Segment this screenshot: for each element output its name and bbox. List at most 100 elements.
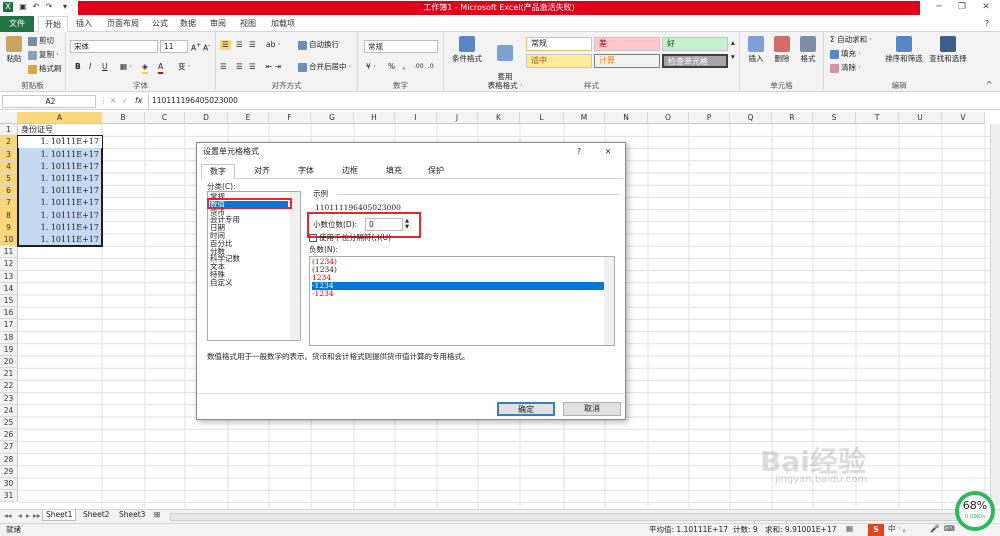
sogou-ime-icon[interactable]: S bbox=[868, 524, 884, 536]
column-header-t[interactable]: T bbox=[856, 112, 899, 124]
paste-button[interactable]: 粘贴 bbox=[2, 36, 26, 63]
save-icon[interactable]: ▣ bbox=[18, 2, 28, 12]
row-header-27[interactable]: 27 bbox=[0, 441, 18, 454]
row-header-1[interactable]: 1 bbox=[0, 124, 18, 137]
cancel-button[interactable]: 取消 bbox=[563, 402, 621, 416]
style-check-cell[interactable]: 检查单元格 bbox=[662, 54, 728, 68]
autosum-button[interactable]: Σ 自动求和 · bbox=[830, 35, 872, 45]
bold-button[interactable]: B bbox=[75, 62, 81, 72]
sort-filter-button[interactable]: 排序和筛选 bbox=[882, 36, 926, 63]
horizontal-scrollbar[interactable] bbox=[170, 513, 980, 521]
row-header-20[interactable]: 20 bbox=[0, 356, 18, 369]
row-header-30[interactable]: 30 bbox=[0, 478, 18, 491]
shrink-font-icon[interactable]: A- bbox=[203, 41, 210, 54]
cell-a9[interactable]: 1. 10111E+17 bbox=[18, 222, 101, 234]
dialog-close-button[interactable]: ✕ bbox=[605, 147, 611, 157]
close-window-icon[interactable]: ✕ bbox=[975, 1, 997, 14]
row-header-22[interactable]: 22 bbox=[0, 380, 18, 393]
column-header-b[interactable]: B bbox=[102, 112, 145, 124]
column-header-u[interactable]: U bbox=[899, 112, 942, 124]
row-header-10[interactable]: 10 bbox=[0, 234, 18, 247]
name-box[interactable]: A2 bbox=[2, 95, 96, 108]
style-neutral[interactable]: 适中 bbox=[526, 54, 592, 68]
insert-cells-button[interactable]: 插入 bbox=[744, 36, 768, 63]
help-icon[interactable]: ? bbox=[980, 16, 994, 32]
column-header-e[interactable]: E bbox=[228, 112, 269, 124]
network-speed-widget[interactable]: 68% 0.09K/s bbox=[955, 491, 995, 531]
column-header-i[interactable]: I bbox=[395, 112, 437, 124]
underline-button[interactable]: U bbox=[102, 62, 108, 72]
cell-a7[interactable]: 1. 10111E+17 bbox=[18, 197, 101, 209]
align-top-icon[interactable]: ☰ bbox=[220, 40, 231, 50]
row-header-15[interactable]: 15 bbox=[0, 295, 18, 308]
tab-review[interactable]: 审阅 bbox=[206, 16, 230, 32]
indent-icon[interactable]: ⇤ ⇥ bbox=[266, 62, 281, 72]
sheet-tab-1[interactable]: Sheet1 bbox=[42, 510, 77, 521]
conditional-format-button[interactable]: 条件格式 bbox=[448, 36, 486, 63]
fill-color-icon[interactable]: ◈ bbox=[142, 62, 148, 74]
comma-button[interactable]: ， bbox=[402, 62, 410, 72]
row-header-23[interactable]: 23 bbox=[0, 392, 18, 405]
dialog-tab-alignment[interactable]: 对齐 bbox=[245, 164, 279, 178]
negative-format-item[interactable]: (1234) bbox=[312, 258, 604, 266]
tab-insert[interactable]: 插入 bbox=[72, 16, 96, 32]
tab-data[interactable]: 数据 bbox=[176, 16, 200, 32]
column-header-n[interactable]: N bbox=[605, 112, 648, 124]
align-right-icon[interactable]: ☰ bbox=[249, 62, 256, 72]
delete-cells-button[interactable]: 删除 bbox=[770, 36, 794, 63]
column-header-l[interactable]: L bbox=[520, 112, 564, 124]
ok-button[interactable]: 确定 bbox=[497, 402, 555, 416]
negative-scrollbar[interactable] bbox=[604, 257, 614, 345]
tab-view[interactable]: 视图 bbox=[236, 16, 260, 32]
dialog-tab-number[interactable]: 数字 bbox=[201, 164, 235, 179]
new-sheet-icon[interactable]: ⊞ bbox=[154, 510, 160, 520]
currency-icon[interactable]: ¥ · bbox=[366, 62, 376, 72]
row-header-8[interactable]: 8 bbox=[0, 209, 18, 222]
row-header-11[interactable]: 11 bbox=[0, 246, 18, 259]
row-header-14[interactable]: 14 bbox=[0, 282, 18, 295]
fill-button[interactable]: 填充 · bbox=[830, 49, 861, 59]
row-header-29[interactable]: 29 bbox=[0, 465, 18, 478]
grow-font-icon[interactable]: A+ bbox=[191, 41, 201, 54]
row-header-7[interactable]: 7 bbox=[0, 197, 18, 210]
style-bad[interactable]: 差 bbox=[594, 37, 660, 51]
style-normal[interactable]: 常规 bbox=[526, 37, 592, 51]
tab-page-layout[interactable]: 页面布局 bbox=[101, 16, 145, 32]
cell-a1[interactable]: 身份证号 bbox=[18, 124, 101, 136]
italic-button[interactable]: I bbox=[89, 62, 91, 72]
row-header-4[interactable]: 4 bbox=[0, 160, 18, 173]
style-good[interactable]: 好 bbox=[662, 37, 728, 51]
cell-a10[interactable]: 1. 10111E+17 bbox=[18, 234, 101, 246]
style-calculation[interactable]: 计算 bbox=[594, 54, 660, 68]
restore-icon[interactable]: ❐ bbox=[951, 1, 973, 14]
row-header-28[interactable]: 28 bbox=[0, 453, 18, 466]
cell-a4[interactable]: 1. 10111E+17 bbox=[18, 161, 101, 173]
row-header-5[interactable]: 5 bbox=[0, 173, 18, 186]
format-painter-button[interactable]: 格式刷 bbox=[28, 64, 62, 74]
negative-format-item[interactable]: -1234 bbox=[312, 290, 604, 298]
align-left-icon[interactable]: ☰ bbox=[220, 62, 227, 72]
column-header-v[interactable]: V bbox=[942, 112, 985, 124]
find-select-button[interactable]: 查找和选择 bbox=[926, 36, 970, 63]
row-header-2[interactable]: 2 bbox=[0, 136, 18, 149]
negative-format-item[interactable]: (1234) bbox=[312, 266, 604, 274]
ime-chinese-icon[interactable]: 中 · 。 bbox=[888, 524, 910, 534]
cancel-entry-icon[interactable]: ✕ bbox=[110, 96, 116, 106]
cell-a2[interactable]: 1. 10111E+17 bbox=[18, 136, 101, 148]
column-header-q[interactable]: Q bbox=[730, 112, 772, 124]
tab-addins[interactable]: 加载项 bbox=[266, 16, 300, 32]
styles-scroll-up-icon[interactable]: ▴ bbox=[731, 38, 735, 48]
row-header-21[interactable]: 21 bbox=[0, 368, 18, 381]
column-header-o[interactable]: O bbox=[648, 112, 689, 124]
row-header-13[interactable]: 13 bbox=[0, 270, 18, 283]
vertical-scrollbar[interactable] bbox=[990, 124, 1000, 506]
column-header-c[interactable]: C bbox=[145, 112, 185, 124]
font-color-icon[interactable]: A bbox=[158, 62, 164, 74]
column-header-f[interactable]: F bbox=[269, 112, 311, 124]
redo-icon[interactable]: ↷ bbox=[44, 2, 54, 12]
sheet-nav-prev-icon[interactable]: ◂ bbox=[18, 511, 22, 521]
category-item[interactable]: 自定义 bbox=[210, 278, 233, 287]
dialog-help-button[interactable]: ? bbox=[577, 147, 581, 157]
row-header-16[interactable]: 16 bbox=[0, 307, 18, 320]
thousand-separator-checkbox[interactable]: 使用千位分隔符(,)(U) bbox=[309, 233, 391, 243]
